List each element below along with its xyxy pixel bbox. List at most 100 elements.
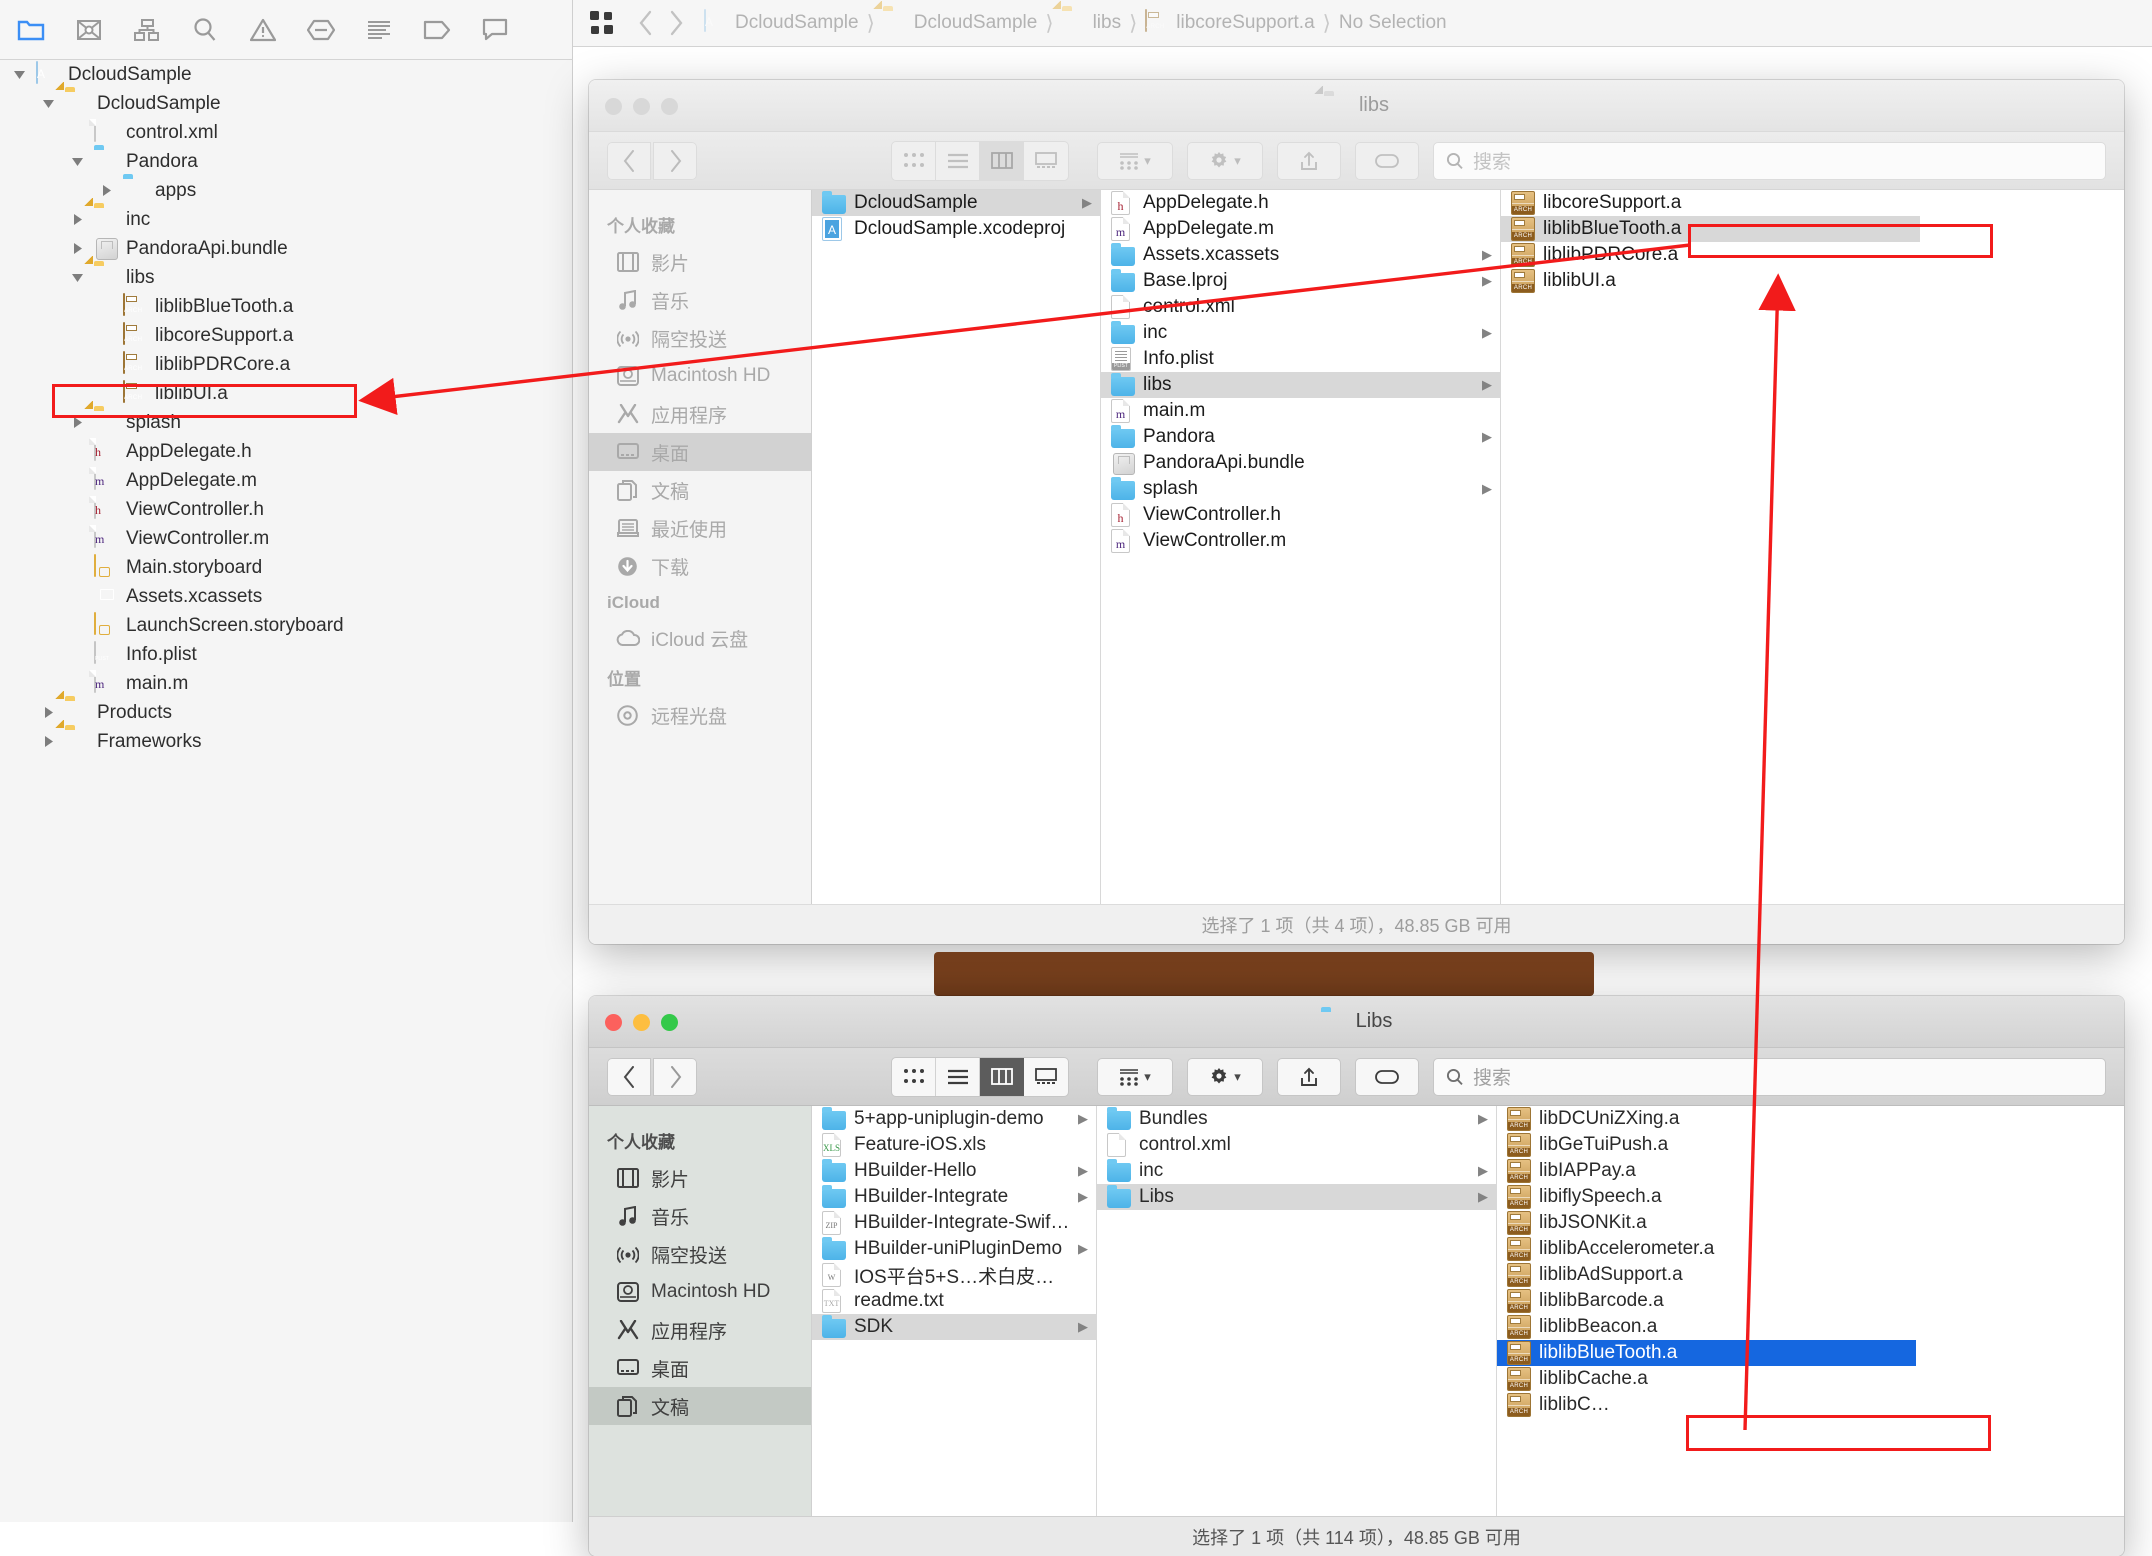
finder-column-row[interactable]: DcloudSample ▶: [812, 190, 1100, 216]
disclosure-triangle-icon[interactable]: [68, 269, 86, 287]
finder-column-row[interactable]: inc ▶: [1101, 320, 1500, 346]
view-mode-segmented-control[interactable]: [891, 1056, 1069, 1097]
grid-icon[interactable]: [587, 8, 617, 38]
finder-window-libs[interactable]: libs ▾ ▾ 搜索 个人收藏 影片 音乐 隔空投送 Macintosh HD…: [589, 80, 2124, 944]
finder-column-row[interactable]: ARCH liblibPDRCore.a: [1501, 242, 1920, 268]
finder-column-row[interactable]: ARCH libiflySpeech.a: [1497, 1184, 1916, 1210]
sidebar-item-harddisk[interactable]: Macintosh HD: [589, 357, 811, 395]
forward-button[interactable]: [653, 1057, 697, 1096]
tree-row[interactable]: Assets.xcassets: [0, 582, 572, 611]
sidebar-item-music[interactable]: 音乐: [589, 1197, 811, 1235]
tree-row[interactable]: Main.storyboard: [0, 553, 572, 582]
tree-row[interactable]: DcloudSample: [0, 89, 572, 118]
finder-column-row[interactable]: ARCH liblibBeacon.a: [1497, 1314, 1916, 1340]
tree-row[interactable]: m main.m: [0, 669, 572, 698]
sidebar[interactable]: 个人收藏 影片 音乐 隔空投送 Macintosh HD 应用程序 桌面 文稿: [589, 1106, 811, 1516]
back-button[interactable]: [631, 8, 661, 38]
finder-column-row[interactable]: Info.plist: [1101, 346, 1500, 372]
tree-row[interactable]: Info.plist: [0, 640, 572, 669]
sidebar-item-movies[interactable]: 影片: [589, 243, 811, 281]
breadcrumb-item-group[interactable]: DcloudSample: [876, 10, 1045, 36]
column-browser[interactable]: DcloudSample ▶ DcloudSample.xcodeproj h AppD…: [811, 190, 2124, 904]
sidebar-item-desktop[interactable]: 桌面: [589, 1349, 811, 1387]
close-button[interactable]: [605, 98, 622, 115]
zoom-button[interactable]: [661, 98, 678, 115]
window-controls[interactable]: [605, 1014, 678, 1031]
hierarchy-icon[interactable]: [132, 15, 162, 45]
sidebar-item-icloud[interactable]: iCloud 云盘: [589, 619, 811, 657]
finder-column-row[interactable]: PandoraApi.bundle: [1101, 450, 1500, 476]
sidebar-item-applications[interactable]: 应用程序: [589, 395, 811, 433]
finder-column-row[interactable]: DcloudSample.xcodeproj: [812, 216, 1100, 242]
gallery-view-button[interactable]: [1024, 1058, 1068, 1096]
finder-column-row[interactable]: ARCH libDCUniZXing.a: [1497, 1106, 1916, 1132]
tag-button[interactable]: [1355, 1057, 1419, 1096]
nav-buttons[interactable]: [607, 1057, 697, 1096]
sourcecontrol-icon[interactable]: [74, 15, 104, 45]
finder-column-row[interactable]: ARCH libIAPPay.a: [1497, 1158, 1916, 1184]
tree-row[interactable]: control.xml: [0, 118, 572, 147]
list-view-button[interactable]: [936, 141, 980, 180]
disclosure-triangle-icon[interactable]: [68, 211, 86, 229]
finder-column[interactable]: 5+app-uniplugin-demo ▶ XLS Feature-iOS.xls H…: [811, 1106, 1096, 1516]
finder-column-row[interactable]: ARCH liblibCache.a: [1497, 1366, 1916, 1392]
tree-row[interactable]: ARCH libcoreSupport.a: [0, 321, 572, 350]
finder-column-row[interactable]: inc ▶: [1097, 1158, 1496, 1184]
tree-row[interactable]: m AppDelegate.m: [0, 466, 572, 495]
forward-button[interactable]: [661, 8, 691, 38]
breadcrumb-item-file[interactable]: ARCH libcoreSupport.a: [1138, 9, 1321, 36]
breakpoint-icon[interactable]: [306, 15, 336, 45]
sidebar-item-applications[interactable]: 应用程序: [589, 1311, 811, 1349]
list-view-button[interactable]: [936, 1057, 980, 1096]
sidebar-item-downloads[interactable]: 下载: [589, 547, 811, 585]
sidebar-item-disc[interactable]: 远程光盘: [589, 696, 811, 734]
disclosure-triangle-icon[interactable]: [68, 414, 86, 432]
zoom-button[interactable]: [661, 1014, 678, 1031]
finder-column-row[interactable]: ARCH liblibC…: [1497, 1392, 1916, 1418]
window-controls[interactable]: [605, 98, 678, 115]
breadcrumb-item-project[interactable]: DcloudSample: [697, 9, 866, 36]
sidebar-item-documents[interactable]: 文稿: [589, 1387, 811, 1425]
group-button[interactable]: ▾: [1097, 141, 1173, 180]
sidebar-item-music[interactable]: 音乐: [589, 281, 811, 319]
finder-column-row[interactable]: ARCH liblibUI.a: [1501, 268, 1920, 294]
breadcrumb-item-libs[interactable]: libs: [1055, 10, 1129, 36]
tree-row[interactable]: Products: [0, 698, 572, 727]
column-browser[interactable]: 5+app-uniplugin-demo ▶ XLS Feature-iOS.xls H…: [811, 1106, 2124, 1516]
finder-column-row[interactable]: control.xml: [1101, 294, 1500, 320]
forward-button[interactable]: [653, 141, 697, 180]
finder-column-row[interactable]: ZIP HBuilder-Integrate-Swift.zip: [812, 1210, 1096, 1236]
tree-row[interactable]: Pandora: [0, 147, 572, 176]
finder-column-row[interactable]: libs ▶: [1101, 372, 1500, 398]
tree-row[interactable]: h AppDelegate.h: [0, 437, 572, 466]
tree-row[interactable]: inc: [0, 205, 572, 234]
finder-column-row[interactable]: ARCH libJSONKit.a: [1497, 1210, 1916, 1236]
finder-column-row[interactable]: m AppDelegate.m: [1101, 216, 1500, 242]
finder-column[interactable]: ARCH libcoreSupport.a ARCH liblibBlueTooth.…: [1500, 190, 1920, 904]
finder-column-row[interactable]: ARCH liblibBarcode.a: [1497, 1288, 1916, 1314]
finder-column[interactable]: Bundles ▶ control.xml inc ▶ Libs ▶: [1096, 1106, 1496, 1516]
warning-icon[interactable]: [248, 15, 278, 45]
action-button[interactable]: ▾: [1187, 141, 1263, 180]
sidebar-item-airdrop[interactable]: 隔空投送: [589, 1235, 811, 1273]
tree-row[interactable]: Frameworks: [0, 727, 572, 756]
finder-column-row[interactable]: Assets.xcassets ▶: [1101, 242, 1500, 268]
folder-icon[interactable]: [16, 15, 46, 45]
tree-row[interactable]: splash: [0, 408, 572, 437]
finder-column-row[interactable]: m ViewController.m: [1101, 528, 1500, 554]
tag-button[interactable]: [1355, 141, 1419, 180]
finder-column-row[interactable]: XLS Feature-iOS.xls: [812, 1132, 1096, 1158]
gallery-view-button[interactable]: [1024, 142, 1068, 180]
disclosure-triangle-icon[interactable]: [68, 153, 86, 171]
share-button[interactable]: [1277, 1057, 1341, 1096]
finder-column-row[interactable]: Libs ▶: [1097, 1184, 1496, 1210]
column-view-button[interactable]: [980, 1057, 1024, 1096]
finder-column-row[interactable]: HBuilder-Integrate ▶: [812, 1184, 1096, 1210]
icon-view-button[interactable]: [892, 1057, 936, 1096]
tree-row[interactable]: DcloudSample: [0, 60, 572, 89]
finder-column-row[interactable]: SDK ▶: [812, 1314, 1096, 1340]
sidebar-item-airdrop[interactable]: 隔空投送: [589, 319, 811, 357]
back-button[interactable]: [607, 1057, 651, 1096]
back-button[interactable]: [607, 141, 651, 180]
finder-column[interactable]: h AppDelegate.h m AppDelegate.m Assets.xcass…: [1100, 190, 1500, 904]
